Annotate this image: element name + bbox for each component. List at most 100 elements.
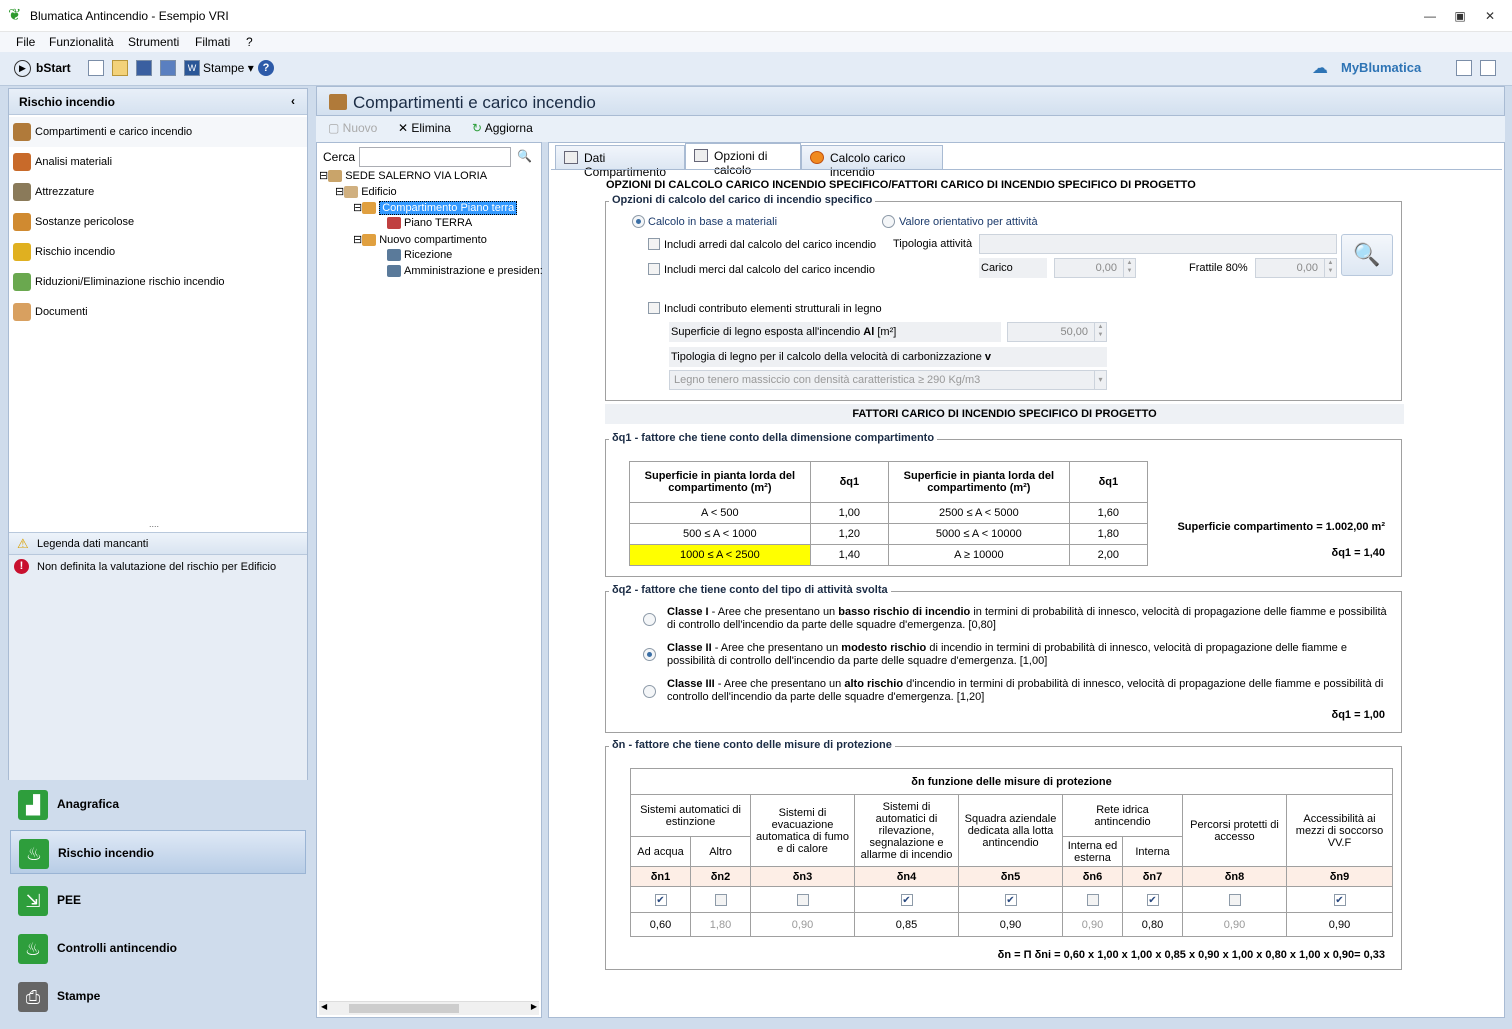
legend-message[interactable]: ! Non definita la valutazione del rischi… — [9, 555, 307, 579]
help-icon[interactable]: ? — [258, 60, 274, 76]
n-checkbox[interactable] — [714, 893, 727, 906]
n-checkbox[interactable]: ✔ — [654, 893, 667, 906]
new-file-icon[interactable] — [88, 60, 104, 76]
tab-calcolo-carico[interactable]: Calcolo carico incendio — [801, 145, 943, 179]
user-add-icon[interactable] — [1456, 60, 1472, 76]
radio-classe-3[interactable] — [643, 685, 656, 698]
n-head-squadra: Squadra aziendale dedicata alla lotta an… — [958, 794, 1063, 867]
tree-node-compartimento-piano-terra[interactable]: ⊟ Compartimento Piano terra — [353, 201, 518, 215]
n-value: 0,60 — [630, 912, 691, 937]
menu-funzionalita[interactable]: Funzionalità — [49, 35, 114, 49]
radio-valore-orientativo[interactable] — [882, 215, 895, 228]
nav-documenti[interactable]: Documenti — [9, 297, 307, 327]
collapse-chevron-icon[interactable]: ‹ — [291, 94, 295, 108]
carico-label-box: Carico — [979, 258, 1047, 278]
chk-merci[interactable] — [648, 263, 660, 275]
tree-label: Edificio — [361, 186, 397, 198]
nav-sostanze-pericolose[interactable]: Sostanze pericolose — [9, 207, 307, 237]
splitter-grip[interactable]: .... — [149, 519, 159, 529]
search-input[interactable] — [359, 147, 511, 167]
bignav-rischio-incendio[interactable]: ♨ Rischio incendio — [10, 830, 306, 874]
carico-input[interactable]: 0,00 ▲ ▼ — [1054, 258, 1136, 278]
n-check-cell — [1062, 886, 1123, 913]
bignav-controlli[interactable]: ♨ Controlli antincendio — [10, 926, 306, 970]
tree-node-nuovo-compartimento[interactable]: ⊟ Nuovo compartimento — [353, 233, 487, 247]
bstart-button[interactable]: bStart — [36, 61, 71, 75]
save-all-icon[interactable] — [160, 60, 176, 76]
sup-legno-input[interactable]: 50,00 ▲ ▼ — [1007, 322, 1107, 342]
menu-help[interactable]: ? — [246, 35, 253, 49]
stampe-label: Stampe — [203, 61, 245, 75]
n-check-cell: ✔ — [1122, 886, 1183, 913]
n-checkbox[interactable] — [1228, 893, 1241, 906]
n-checkbox[interactable]: ✔ — [900, 893, 913, 906]
radio-classe-1[interactable] — [643, 613, 656, 626]
bignav-anagrafica[interactable]: ▟ Anagrafica — [10, 782, 306, 826]
tree-node-amministrazione[interactable]: Amministrazione e presiden: — [387, 265, 543, 278]
tree-node-ricezione[interactable]: Ricezione — [387, 249, 452, 262]
radio-classe-2[interactable] — [643, 648, 656, 661]
bignav-label: PEE — [57, 893, 82, 907]
nav-analisi-materiali[interactable]: Analisi materiali — [9, 147, 307, 177]
scroll-left-arrow-icon[interactable]: ◀ — [321, 1002, 327, 1011]
menu-strumenti[interactable]: Strumenti — [128, 35, 179, 49]
close-button[interactable]: ✕ — [1480, 8, 1500, 24]
tree-node-piano-terra[interactable]: Piano TERRA — [387, 217, 473, 230]
tab-dati-compartimento[interactable]: Dati Compartimento — [555, 145, 685, 179]
nav-riduzioni[interactable]: Riduzioni/Eliminazione rischio incendio — [9, 267, 307, 297]
documents-icon — [13, 303, 31, 321]
radio-calcolo-materiali[interactable] — [632, 215, 645, 228]
scroll-thumb[interactable] — [349, 1004, 459, 1013]
sup-legno-spinner[interactable]: ▲ ▼ — [1094, 323, 1106, 341]
frattile-input[interactable]: 0,00 ▲ ▼ — [1255, 258, 1337, 278]
nav-rischio-incendio[interactable]: Rischio incendio — [9, 237, 307, 267]
maximize-button[interactable]: ▣ — [1450, 8, 1470, 24]
tip-legno-select[interactable]: Legno tenero massiccio con densità carat… — [669, 370, 1107, 390]
tree-node-sede[interactable]: ⊟ SEDE SALERNO VIA LORIA — [319, 169, 487, 183]
chk-arredi[interactable] — [648, 238, 660, 250]
n-value: 0,90 — [1062, 912, 1123, 937]
n-checkbox[interactable] — [796, 893, 809, 906]
q1-head-sup1: Superficie in pianta lorda del compartim… — [629, 461, 811, 503]
open-folder-icon[interactable] — [112, 60, 128, 76]
q1-cell: 1,40 — [809, 544, 889, 566]
chevron-down-icon[interactable]: ▾ — [1094, 371, 1106, 389]
frattile-spinner[interactable]: ▲ ▼ — [1324, 259, 1336, 277]
nav-attrezzature[interactable]: Attrezzature — [9, 177, 307, 207]
menu-filmati[interactable]: Filmati — [195, 35, 230, 49]
word-icon[interactable]: W — [184, 60, 200, 76]
form-icon — [564, 151, 578, 164]
n-checkbox[interactable]: ✔ — [1333, 893, 1346, 906]
notes-icon[interactable] — [1480, 60, 1496, 76]
tipologia-input[interactable] — [979, 234, 1337, 254]
classe-pre: - Aree che presentano un — [711, 642, 842, 654]
stampe-dropdown[interactable]: Stampe ▾ — [203, 61, 254, 75]
sup-legno-symbol: Al — [863, 326, 875, 338]
n-checkbox[interactable] — [1086, 893, 1099, 906]
search-icon[interactable]: 🔍 — [517, 149, 532, 163]
new-button[interactable]: ▢ Nuovo — [328, 121, 377, 135]
myblumatica-link[interactable]: MyBlumatica — [1341, 60, 1421, 75]
search-activity-button[interactable]: 🔍 — [1341, 234, 1393, 276]
q1-cell: 1,80 — [1068, 523, 1149, 545]
tree-horizontal-scrollbar[interactable]: ◀ ▶ — [319, 1001, 539, 1015]
save-icon[interactable] — [136, 60, 152, 76]
bignav-pee[interactable]: ⇲ PEE — [10, 878, 306, 922]
n-checkbox[interactable]: ✔ — [1004, 893, 1017, 906]
n-checkbox[interactable]: ✔ — [1146, 893, 1159, 906]
chk-legno[interactable] — [648, 302, 660, 314]
carico-spinner[interactable]: ▲ ▼ — [1123, 259, 1135, 277]
bignav-stampe[interactable]: ⎙ Stampe — [10, 974, 306, 1018]
tab-opzioni-calcolo[interactable]: Opzioni di calcolo — [685, 143, 801, 177]
nav-compartimenti[interactable]: Compartimenti e carico incendio — [9, 117, 307, 147]
scroll-right-arrow-icon[interactable]: ▶ — [531, 1002, 537, 1011]
n-sym: δn2 — [690, 866, 751, 887]
delete-button[interactable]: ✕ Elimina — [398, 121, 451, 135]
minimize-button[interactable]: — — [1420, 8, 1440, 24]
refresh-button[interactable]: ↻ Aggiorna — [472, 121, 533, 135]
tree-node-edificio[interactable]: ⊟ Edificio — [335, 185, 397, 199]
nav-label: Riduzioni/Eliminazione rischio incendio — [35, 276, 225, 288]
q1-cell: 5000 ≤ A < 10000 — [887, 523, 1070, 545]
menu-file[interactable]: File — [16, 35, 35, 49]
tree-label: Piano TERRA — [404, 217, 473, 229]
